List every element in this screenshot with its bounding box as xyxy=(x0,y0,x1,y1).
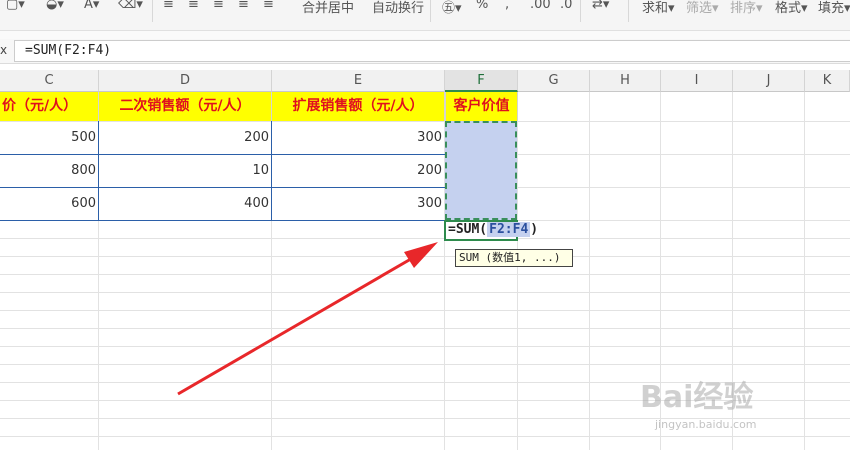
baidu-watermark-url: jingyan.baidu.com xyxy=(655,418,757,431)
baidu-watermark: Bai经验 xyxy=(640,380,754,415)
